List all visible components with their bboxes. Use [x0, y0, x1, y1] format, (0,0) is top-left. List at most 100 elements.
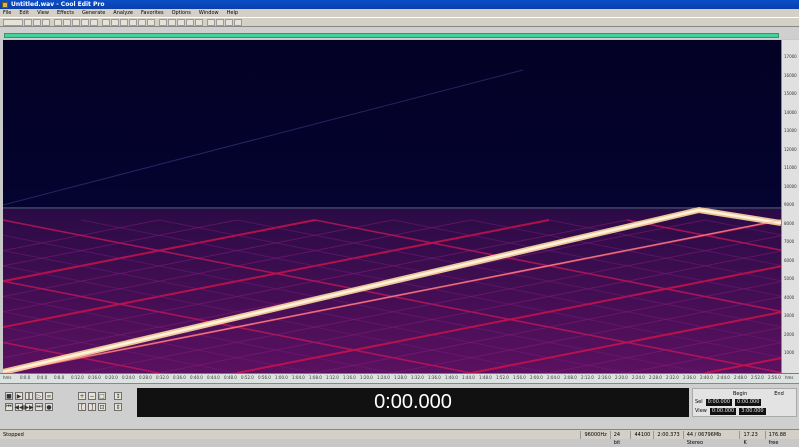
zoom-buttons: + − □ ↕ [ ] ⊡ ⇕ — [74, 388, 129, 424]
time-tick-label: 1:28.0 — [394, 375, 407, 380]
time-tick-label: 1:36.0 — [428, 375, 441, 380]
menu-effects[interactable]: Effects — [57, 10, 74, 16]
selection-begin-field[interactable]: 0:00.000 — [705, 399, 733, 406]
time-tick-label: 0:12.0 — [71, 375, 84, 380]
menu-view[interactable]: View — [37, 10, 49, 16]
time-tick-label: 1:24.0 — [377, 375, 390, 380]
time-tick-label: 1:08.0 — [309, 375, 322, 380]
menu-analyze[interactable]: Analyze — [113, 10, 133, 16]
zoom-left-icon[interactable]: [ — [78, 403, 86, 411]
record-button[interactable]: ● — [45, 403, 53, 411]
window-title: Untitled.wav - Cool Edit Pro — [11, 1, 105, 8]
frequency-tick-label: 11000 — [784, 165, 797, 170]
toolbar-button[interactable] — [72, 18, 80, 26]
play-to-end-button[interactable]: ▷ — [35, 392, 43, 400]
time-tick-label: 0:40.0 — [190, 375, 203, 380]
toolbar-button[interactable] — [102, 18, 110, 26]
frequency-tick-label: 17000 — [784, 54, 797, 59]
menu-edit[interactable]: Edit — [19, 10, 29, 16]
status-cell: 96000Hz — [580, 430, 609, 439]
toolbar-button[interactable] — [207, 18, 215, 26]
toolbar-button[interactable] — [138, 18, 146, 26]
toolbar-button[interactable] — [147, 18, 155, 26]
frequency-tick-label: 8000 — [784, 220, 795, 226]
time-tick-label: 0:24.0 — [122, 375, 135, 380]
play-button[interactable]: ▶ — [15, 392, 23, 400]
go-to-start-button[interactable]: ⏮ — [5, 403, 13, 411]
time-tick-label: 0:8.0 — [54, 375, 65, 380]
status-cell: 2:00.373 — [653, 430, 682, 439]
time-tick-label: 0:20.0 — [105, 375, 118, 380]
status-bar: Stopped 96000Hz 24 bit 44100 2:00.373 44 / 0… — [0, 429, 799, 446]
frequency-tick-label: 6000 — [784, 257, 795, 263]
overview-bar[interactable] — [4, 33, 779, 38]
toolbar-button[interactable] — [168, 18, 176, 26]
rewind-button[interactable]: ◀◀ — [14, 403, 24, 411]
view-end-field[interactable]: 3:00.000 — [739, 408, 766, 415]
toolbar-button[interactable] — [54, 18, 62, 26]
menu-favorites[interactable]: Favorites — [141, 10, 164, 16]
transport-panel: ■ ▶ ‖ ▷ ∞ ⏮ ◀◀ ▶▶ ⏭ ● + − □ ↕ [ ] ⊡ ⇕ 0:… — [0, 383, 799, 429]
time-tick-label: 1:32.0 — [411, 375, 424, 380]
spectrogram[interactable] — [3, 40, 781, 373]
menu-bar: File Edit View Effects Generate Analyze Favori… — [0, 9, 799, 17]
time-tick-label: 2:16.0 — [598, 375, 611, 380]
time-tick-label: 0:4.0 — [37, 375, 48, 380]
time-tick-label: 2:52.0 — [751, 375, 764, 380]
toolbar-button[interactable] — [186, 18, 194, 26]
toolbar-button[interactable] — [225, 18, 233, 26]
frequency-tick-label: 9000 — [784, 202, 795, 207]
zoom-selection-icon[interactable]: ⊡ — [98, 403, 106, 411]
view-begin-field[interactable]: 0:00.000 — [709, 408, 737, 415]
pause-button[interactable]: ‖ — [25, 392, 33, 400]
menu-options[interactable]: Options — [172, 10, 191, 16]
time-tick-label: 2:56.0 — [768, 375, 781, 380]
stop-button[interactable]: ■ — [5, 392, 13, 400]
toolbar-button[interactable] — [195, 18, 203, 26]
toolbar-button[interactable] — [120, 18, 128, 26]
zoom-vertical-out-icon[interactable]: ⇕ — [114, 403, 122, 411]
toolbar-button[interactable] — [81, 18, 89, 26]
menu-generate[interactable]: Generate — [82, 10, 105, 16]
toolbar-button[interactable] — [24, 18, 32, 26]
zoom-full-icon[interactable]: □ — [98, 392, 106, 400]
selection-end-field[interactable]: 0:00.000 — [735, 399, 762, 406]
zoom-in-icon[interactable]: + — [78, 392, 86, 400]
time-tick-label: 0:52.0 — [241, 375, 254, 380]
spectral-view[interactable] — [3, 40, 781, 373]
zoom-right-icon[interactable]: ] — [88, 403, 96, 411]
toolbar-button[interactable] — [129, 18, 137, 26]
zoom-vertical-icon[interactable]: ↕ — [114, 392, 122, 400]
toolbar-button[interactable] — [90, 18, 98, 26]
toolbar-button[interactable] — [234, 18, 242, 26]
toolbar-button[interactable] — [111, 18, 119, 26]
toolbar-button[interactable] — [177, 18, 185, 26]
time-tick-label: 0:36.0 — [173, 375, 186, 380]
zoom-out-icon[interactable]: − — [88, 392, 96, 400]
frequency-tick-label: 15000 — [784, 91, 797, 96]
menu-help[interactable]: Help — [227, 10, 238, 16]
fast-forward-button[interactable]: ▶▶ — [24, 403, 34, 411]
toolbar-button[interactable] — [42, 18, 50, 26]
status-text: Stopped — [3, 431, 24, 438]
toolbar-button[interactable] — [33, 18, 41, 26]
time-tick-label: 2:48.0 — [734, 375, 747, 380]
menu-window[interactable]: Window — [199, 10, 219, 16]
toolbar-button[interactable] — [3, 18, 23, 26]
time-tick-label: 0:32.0 — [156, 375, 169, 380]
title-bar: Untitled.wav - Cool Edit Pro — [0, 0, 799, 9]
toolbar-button[interactable] — [63, 18, 71, 26]
time-tick-label: 0:16.0 — [88, 375, 101, 380]
time-tick-label: 2:32.0 — [666, 375, 679, 380]
toolbar-button[interactable] — [216, 18, 224, 26]
menu-file[interactable]: File — [3, 10, 11, 16]
loop-button[interactable]: ∞ — [45, 392, 53, 400]
frequency-tick-label: 10000 — [784, 183, 797, 189]
time-tick-label: hms — [3, 375, 12, 380]
frequency-tick-label: 7000 — [784, 239, 795, 244]
time-tick-label: 2:08.0 — [564, 375, 577, 380]
toolbar — [0, 17, 799, 27]
toolbar-button[interactable] — [159, 18, 167, 26]
frequency-tick-label: 13000 — [784, 128, 797, 133]
go-to-end-button[interactable]: ⏭ — [35, 403, 43, 411]
